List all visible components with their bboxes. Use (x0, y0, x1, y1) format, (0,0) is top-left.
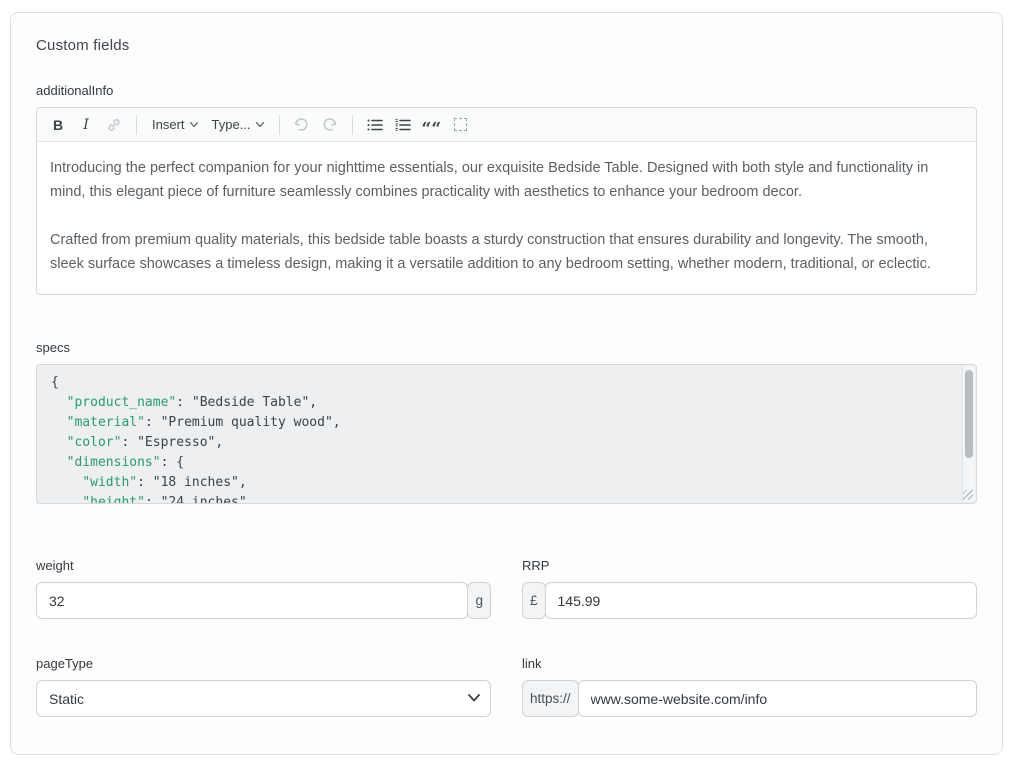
link-protocol-prefix: https:// (522, 680, 579, 717)
italic-button[interactable]: I (73, 112, 99, 138)
link-button[interactable] (101, 112, 127, 138)
rrp-input[interactable] (545, 582, 977, 619)
textarea-resize-handle[interactable] (963, 490, 973, 500)
redo-button[interactable] (317, 112, 343, 138)
redo-icon (321, 117, 338, 132)
rich-text-editor: B I Insert (36, 107, 977, 295)
editor-content[interactable]: Introducing the perfect companion for yo… (37, 142, 976, 294)
undo-icon (293, 117, 310, 132)
page-type-label: pageType (36, 656, 491, 671)
additional-info-label: additionalInfo (36, 83, 977, 98)
chevron-down-icon (256, 122, 264, 127)
toolbar-divider (279, 115, 280, 135)
editor-paragraph: Introducing the perfect companion for yo… (50, 156, 963, 204)
toolbar-divider (136, 115, 137, 135)
numbered-list-icon (395, 118, 411, 132)
editor-toolbar: B I Insert (37, 108, 976, 142)
bold-button[interactable]: B (45, 112, 71, 138)
link-input[interactable] (578, 680, 977, 717)
editor-paragraph: Crafted from premium quality materials, … (50, 228, 963, 276)
dashed-box-button[interactable] (447, 112, 473, 138)
blockquote-button[interactable]: ““ (418, 112, 446, 138)
code-line: { (51, 373, 950, 393)
code-line: "height": "24 inches" (51, 493, 950, 504)
custom-fields-panel: Custom fields additionalInfo B I (10, 12, 1003, 755)
link-icon (106, 117, 122, 133)
page-type-field-group: pageType Static (36, 656, 491, 717)
rrp-label: RRP (522, 558, 977, 573)
blockquote-icon: ““ (422, 124, 442, 134)
code-line: "dimensions": { (51, 453, 950, 473)
weight-field-group: weight g (36, 558, 491, 619)
code-line: "color": "Espresso", (51, 433, 950, 453)
link-label: link (522, 656, 977, 671)
insert-dropdown[interactable]: Insert (146, 112, 204, 138)
type-dropdown[interactable]: Type... (206, 112, 270, 138)
type-dropdown-label: Type... (212, 117, 251, 132)
specs-scrollbar-thumb[interactable] (965, 370, 973, 458)
toolbar-divider (352, 115, 353, 135)
chevron-down-icon (190, 122, 198, 127)
bullet-list-button[interactable] (362, 112, 388, 138)
rrp-field-group: RRP £ (522, 558, 977, 619)
specs-code-content: { "product_name": "Bedside Table", "mate… (51, 373, 950, 504)
bullet-list-icon (367, 118, 383, 132)
specs-label: specs (36, 340, 977, 355)
numbered-list-button[interactable] (390, 112, 416, 138)
code-line: "width": "18 inches", (51, 473, 950, 493)
weight-label: weight (36, 558, 491, 573)
insert-dropdown-label: Insert (152, 117, 185, 132)
undo-button[interactable] (289, 112, 315, 138)
code-line: "product_name": "Bedside Table", (51, 393, 950, 413)
rrp-currency-prefix: £ (522, 582, 546, 619)
specs-code-textarea[interactable]: { "product_name": "Bedside Table", "mate… (36, 364, 977, 504)
dashed-box-icon (454, 118, 467, 131)
code-line: "material": "Premium quality wood", (51, 413, 950, 433)
page-type-select[interactable]: Static (36, 680, 491, 717)
weight-unit-suffix: g (467, 582, 491, 619)
weight-input[interactable] (36, 582, 468, 619)
link-field-group: link https:// (522, 656, 977, 717)
panel-title: Custom fields (36, 37, 977, 54)
specs-scrollbar[interactable] (962, 366, 975, 502)
